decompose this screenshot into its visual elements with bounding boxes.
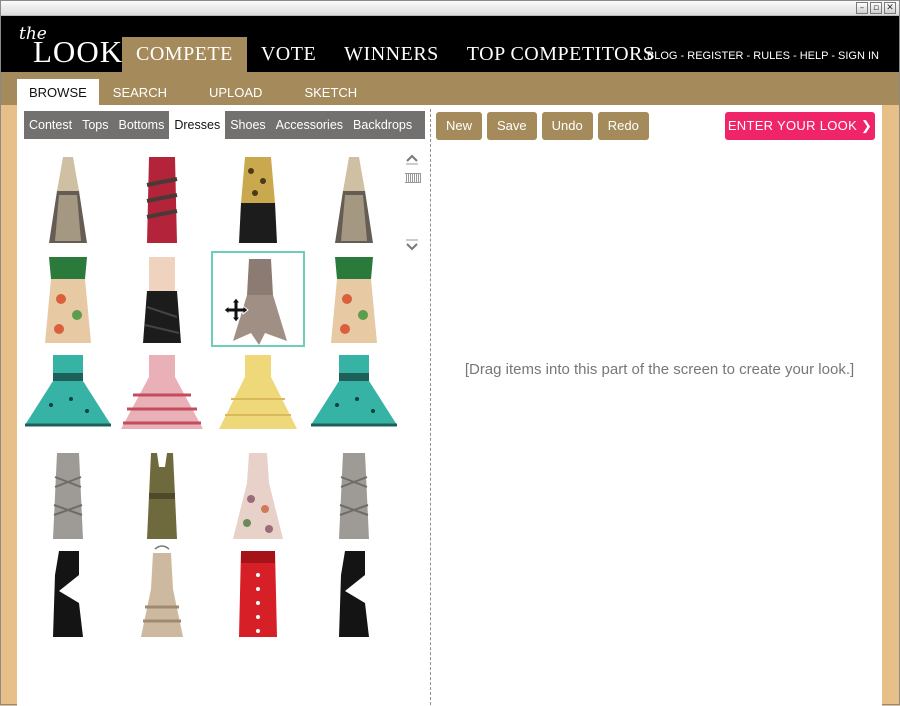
redo-button[interactable]: Redo <box>597 112 649 140</box>
dress-thumbnail[interactable] <box>115 447 209 543</box>
teal-polka-ball-dress-icon <box>25 355 111 427</box>
category-dresses[interactable]: Dresses <box>169 111 226 139</box>
tab-upload[interactable]: UPLOAD <box>197 79 274 105</box>
main-nav: COMPETE VOTE WINNERS TOP COMPETITORS <box>122 37 669 72</box>
beige-ruffle-hanger-dress-icon <box>141 545 183 637</box>
dress-thumbnail[interactable] <box>115 545 209 641</box>
enter-your-look-label: ENTER YOUR LOOK <box>727 118 858 133</box>
category-accessories[interactable]: Accessories <box>271 111 348 139</box>
dress-thumbnail[interactable] <box>307 447 401 543</box>
dress-thumbnail[interactable] <box>211 545 305 641</box>
dress-thumbnail[interactable] <box>21 447 115 543</box>
tab-search[interactable]: SEARCH <box>101 79 179 105</box>
sub-navigation: BROWSE SEARCH UPLOAD SKETCH <box>1 72 899 105</box>
move-cursor-icon <box>223 297 249 323</box>
nav-top-competitors[interactable]: TOP COMPETITORS <box>453 37 669 72</box>
grey-bandage-dress-icon <box>339 453 369 539</box>
site-header: the LOOK COMPETE VOTE WINNERS TOP COMPET… <box>1 16 899 72</box>
app-window: – ▫ ✕ the LOOK COMPETE VOTE WINNERS TOP … <box>0 0 900 706</box>
floral-sundress-icon <box>233 453 283 539</box>
teal-polka-ball-dress-icon <box>311 355 397 427</box>
dress-thumbnail[interactable] <box>115 251 209 347</box>
halter-sheer-dress-icon <box>335 157 373 243</box>
dress-thumbnail[interactable] <box>115 349 209 445</box>
category-backdrops[interactable]: Backdrops <box>348 111 417 139</box>
dress-thumbnail[interactable] <box>307 545 401 641</box>
floral-strapless-dress-icon <box>45 257 91 343</box>
category-contest[interactable]: Contest <box>24 111 77 139</box>
scroll-down-icon[interactable] <box>405 239 419 253</box>
dress-thumbnail[interactable] <box>21 251 115 347</box>
yellow-tiered-dress-icon <box>219 355 297 429</box>
floral-strapless-dress-icon <box>331 257 377 343</box>
dress-thumbnail[interactable] <box>115 151 209 247</box>
nav-compete[interactable]: COMPETE <box>122 37 247 72</box>
dress-thumbnail[interactable] <box>307 151 401 247</box>
dress-thumbnail[interactable] <box>211 349 305 445</box>
save-button[interactable]: Save <box>487 112 537 140</box>
title-bar: – ▫ ✕ <box>1 1 899 16</box>
grey-bandage-dress-icon <box>53 453 83 539</box>
nav-winners[interactable]: WINNERS <box>330 37 453 72</box>
category-tops[interactable]: Tops <box>77 111 113 139</box>
category-shoes[interactable]: Shoes <box>225 111 270 139</box>
tab-sketch[interactable]: SKETCH <box>292 79 369 105</box>
red-button-dress-icon <box>239 551 277 637</box>
logo-look: LOOK <box>33 34 124 69</box>
dress-thumbnail[interactable] <box>211 447 305 543</box>
minimize-icon[interactable]: – <box>856 2 868 14</box>
red-bandage-dress-icon <box>146 157 178 243</box>
chevron-right-icon: ❯ <box>860 118 873 133</box>
dress-thumbnail[interactable] <box>211 151 305 247</box>
olive-pinafore-dress-icon <box>147 453 177 539</box>
panel-divider <box>430 109 431 705</box>
category-bottoms[interactable]: Bottoms <box>114 111 170 139</box>
workspace: Contest Tops Bottoms Dresses Shoes Acces… <box>17 105 882 706</box>
undo-button[interactable]: Undo <box>541 112 593 140</box>
dress-thumbnail[interactable] <box>307 349 401 445</box>
pink-ruffle-ball-dress-icon <box>121 355 203 429</box>
enter-your-look-button[interactable]: ENTER YOUR LOOK ❯ <box>725 112 875 140</box>
halter-sheer-dress-icon <box>49 157 87 243</box>
category-tabs: Contest Tops Bottoms Dresses Shoes Acces… <box>24 111 425 139</box>
close-icon[interactable]: ✕ <box>884 2 896 14</box>
editor-toolbar: New Save Undo Redo <box>436 112 649 140</box>
dress-thumbnail[interactable] <box>307 251 401 347</box>
dress-thumbnail[interactable] <box>21 151 115 247</box>
new-button[interactable]: New <box>436 112 483 140</box>
scroll-handle[interactable] <box>405 173 421 183</box>
dress-thumbnail[interactable] <box>21 545 115 641</box>
leopard-top-black-dress-icon <box>239 157 277 243</box>
black-cutout-dress-icon <box>53 551 83 637</box>
window-controls: – ▫ ✕ <box>856 2 896 14</box>
scroll-up-icon[interactable] <box>405 153 419 165</box>
tab-browse[interactable]: BROWSE <box>17 79 99 105</box>
peach-black-draped-dress-icon <box>143 257 181 343</box>
dress-thumbnail[interactable] <box>21 349 115 445</box>
canvas-drop-hint: [Drag items into this part of the screen… <box>464 361 855 378</box>
black-cutout-dress-icon <box>339 551 369 637</box>
account-links[interactable]: BLOG - REGISTER - RULES - HELP - SIGN IN <box>647 50 879 62</box>
nav-vote[interactable]: VOTE <box>247 37 330 72</box>
maximize-icon[interactable]: ▫ <box>870 2 882 14</box>
site-logo[interactable]: the LOOK <box>19 24 122 69</box>
